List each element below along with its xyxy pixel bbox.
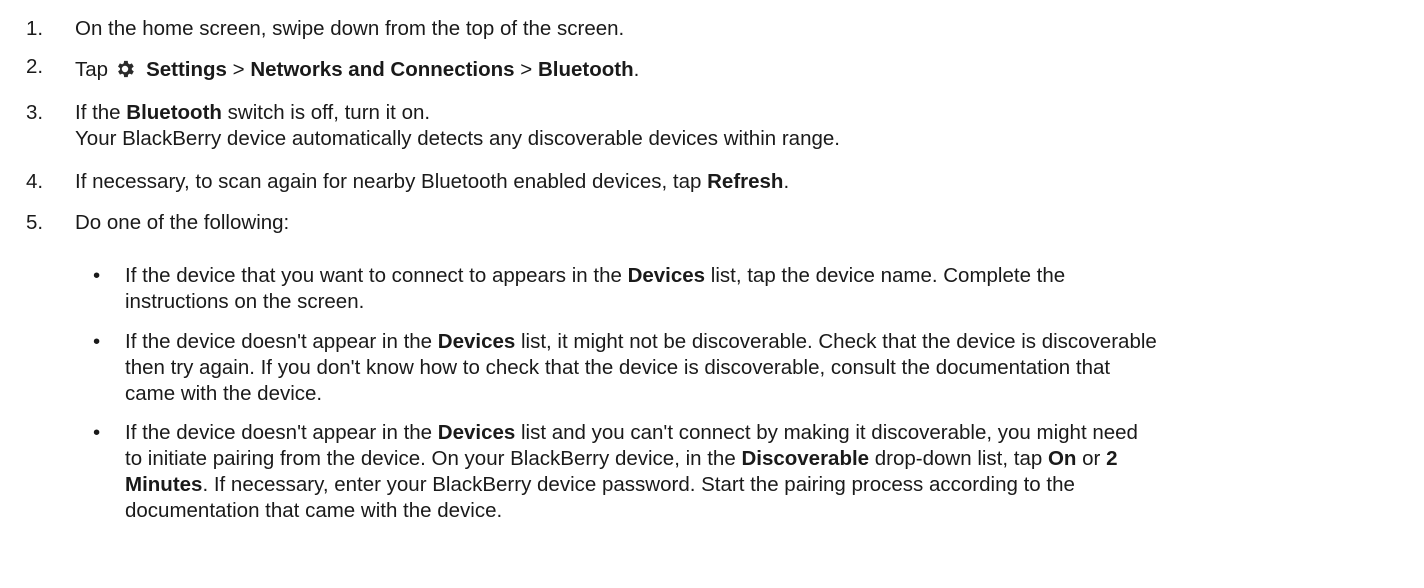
text-run: If the device doesn't appear in the bbox=[125, 421, 438, 444]
bullet-text: If the device doesn't appear in the Devi… bbox=[125, 329, 1420, 407]
bullet: • bbox=[93, 330, 101, 353]
period: . bbox=[633, 58, 640, 81]
step-number: 3. bbox=[26, 101, 44, 124]
bullet: • bbox=[93, 264, 101, 287]
bullet-3-line-3: Minutes. If necessary, enter your BlackB… bbox=[125, 472, 1420, 498]
text-run: . bbox=[783, 170, 790, 193]
text-run: If the device that you want to connect t… bbox=[125, 264, 628, 287]
bullet-1-line-2: instructions on the screen. bbox=[125, 290, 365, 313]
text-run: or bbox=[1076, 447, 1107, 470]
step-number: 4. bbox=[26, 170, 44, 193]
step-4-line: If necessary, to scan again for nearby B… bbox=[75, 169, 1404, 195]
settings-label: Settings bbox=[146, 58, 227, 81]
step-text: Tap Settings > Networks and Connections >… bbox=[75, 57, 1404, 83]
text-run: switch is off, turn it on. bbox=[221, 101, 431, 124]
separator: > bbox=[226, 58, 251, 81]
two-minutes-label: 2 bbox=[1106, 447, 1118, 470]
step-number: 2. bbox=[26, 55, 44, 78]
step-5-text: Do one of the following: bbox=[75, 211, 290, 234]
step-text: On the home screen, swipe down from the … bbox=[75, 16, 1404, 42]
bullet: • bbox=[93, 421, 101, 444]
step-text: If the Bluetooth switch is off, turn it … bbox=[75, 100, 1404, 152]
devices-label: Devices bbox=[437, 330, 516, 353]
step-3-line-1: If the Bluetooth switch is off, turn it … bbox=[75, 100, 1404, 126]
bullet-text: If the device doesn't appear in the Devi… bbox=[125, 420, 1420, 524]
text-run: If the bbox=[75, 101, 127, 124]
minutes-label: Minutes bbox=[125, 473, 203, 496]
step-1-text: On the home screen, swipe down from the … bbox=[75, 17, 625, 40]
bullet-3-line-4: documentation that came with the device. bbox=[125, 499, 503, 522]
bullet-3-line-2: to initiate pairing from the device. On … bbox=[125, 446, 1420, 472]
bullet-2-line-3: came with the device. bbox=[125, 382, 323, 405]
text-run: If necessary, to scan again for nearby B… bbox=[75, 170, 708, 193]
step-text: If necessary, to scan again for nearby B… bbox=[75, 169, 1404, 195]
networks-label: Networks and Connections bbox=[250, 58, 515, 81]
text-run: . If necessary, enter your BlackBerry de… bbox=[202, 473, 1075, 496]
bluetooth-label: Bluetooth bbox=[126, 101, 222, 124]
gear-icon bbox=[118, 60, 134, 78]
bullet-1-line-1: If the device that you want to connect t… bbox=[125, 263, 1420, 289]
step-2-line: Tap Settings > Networks and Connections >… bbox=[75, 57, 1404, 83]
text-run: drop-down list, tap bbox=[869, 447, 1048, 470]
discoverable-label: Discoverable bbox=[741, 447, 870, 470]
step-text: Do one of the following: bbox=[75, 210, 1404, 236]
text-run: If the device doesn't appear in the bbox=[125, 330, 438, 353]
refresh-label: Refresh bbox=[707, 170, 784, 193]
step-number: 5. bbox=[26, 211, 44, 234]
document-page: { "steps": [ { "number": "1.", "parts": … bbox=[0, 0, 1424, 588]
text-run: list and you can't connect by making it … bbox=[515, 421, 1138, 444]
bullet-3-line-1: If the device doesn't appear in the Devi… bbox=[125, 420, 1420, 446]
text-run: list, it might not be discoverable. Chec… bbox=[515, 330, 1157, 353]
bullet-2-line-1: If the device doesn't appear in the Devi… bbox=[125, 329, 1420, 355]
bullet-text: If the device that you want to connect t… bbox=[125, 263, 1420, 315]
text-run: to initiate pairing from the device. On … bbox=[125, 447, 742, 470]
devices-label: Devices bbox=[627, 264, 706, 287]
on-option-label: On bbox=[1047, 447, 1077, 470]
separator: > bbox=[514, 58, 538, 81]
text-run: list, tap the device name. Complete the bbox=[705, 264, 1066, 287]
step-3-line-2: Your BlackBerry device automatically det… bbox=[75, 127, 840, 150]
bullet-2-line-2: then try again. If you don't know how to… bbox=[125, 356, 1111, 379]
bluetooth-label: Bluetooth bbox=[537, 58, 634, 81]
devices-label: Devices bbox=[437, 421, 516, 444]
tap-prefix: Tap bbox=[75, 58, 109, 81]
step-number: 1. bbox=[26, 17, 44, 40]
